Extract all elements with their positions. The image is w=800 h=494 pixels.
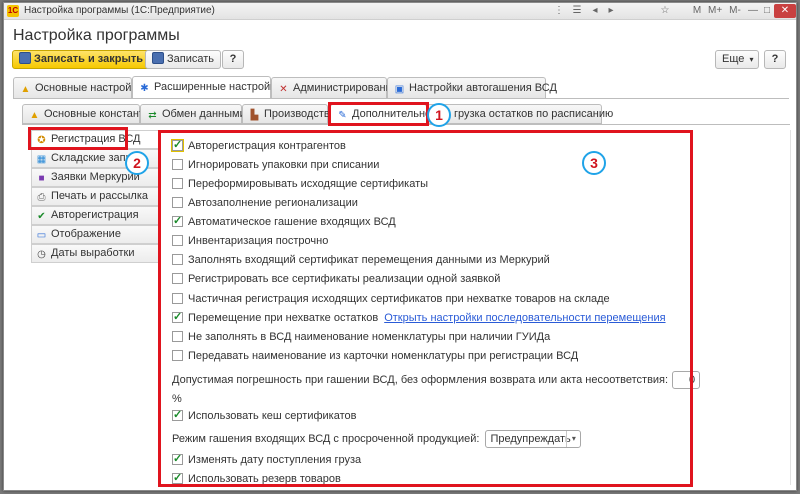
sidebar-item-print-and-mailing[interactable]: ⎙ Печать и рассылка	[31, 187, 159, 206]
close-icon[interactable]: ✕	[774, 4, 796, 18]
save-button[interactable]: Записать	[145, 50, 222, 69]
title-bar: 1C Настройка программы (1С:Предприятие) …	[4, 3, 796, 20]
help-button[interactable]: ?	[222, 50, 244, 69]
sidebar-item-production-dates[interactable]: ◷ Даты выработки	[31, 244, 159, 263]
help-button-2[interactable]: ?	[764, 50, 786, 69]
warning-icon: ▲	[20, 84, 31, 95]
tab-extended-settings[interactable]: ✱ Расширенные настройки	[132, 76, 281, 98]
check-icon: ✔	[37, 211, 46, 222]
annotation-badge-3: 3	[582, 151, 606, 175]
chevron-down-icon: ▾	[749, 55, 754, 64]
display-icon: ▭	[36, 230, 47, 241]
clock-icon: ◷	[37, 249, 46, 260]
gear-icon: ✱	[140, 83, 149, 94]
save-icon	[152, 52, 164, 64]
sidebar-item-display[interactable]: ▭ Отображение	[31, 225, 159, 244]
subtab-production[interactable]: ▙ Производство	[242, 104, 336, 124]
warehouse-icon: ▦	[36, 154, 47, 165]
monitor-icon: ▣	[394, 84, 405, 95]
settings-window: 1C Настройка программы (1С:Предприятие) …	[3, 2, 797, 491]
page-title: Настройка программы	[13, 27, 180, 44]
annotation-badge-1: 1	[427, 103, 451, 127]
highlight-box-settings	[158, 130, 693, 487]
printer-icon: ⎙	[37, 192, 46, 203]
memory-plus-icon[interactable]: M+	[708, 4, 722, 18]
list-icon[interactable]: ☰	[570, 4, 584, 18]
factory-icon: ▙	[250, 110, 259, 121]
exchange-icon: ⇄	[148, 110, 157, 121]
tools-icon: ✕	[279, 84, 288, 95]
tab-main-settings[interactable]: ▲ Основные настройки	[13, 77, 142, 98]
app-logo-icon: 1C	[7, 5, 19, 17]
back-icon[interactable]: ◂	[588, 4, 602, 18]
subtab-scheduled-stock-load[interactable]: грузка остатков по расписанию	[427, 104, 613, 124]
maximize-icon[interactable]: □	[760, 4, 774, 18]
save-icon	[19, 52, 31, 64]
box-icon: ■	[38, 173, 45, 184]
panel-edge	[790, 130, 791, 485]
memory-icon[interactable]: M	[690, 4, 704, 18]
tab-administration[interactable]: ✕ Администрирование	[271, 77, 398, 98]
sidebar-item-auto-registration[interactable]: ✔ Авторегистрация	[31, 206, 159, 225]
warning-icon: ▲	[29, 110, 40, 121]
window-title: Настройка программы (1С:Предприятие)	[24, 5, 215, 16]
sidebar: ✪ Регистрация ВСД ▦ Складские запи ■ Заявки…	[31, 130, 159, 485]
minimize-icon[interactable]: —	[746, 4, 760, 18]
highlight-box-additional-tab	[328, 102, 429, 126]
tab-divider	[13, 98, 789, 99]
menu-icon[interactable]: ⋮	[552, 4, 566, 18]
memory-minus-icon[interactable]: M-	[728, 4, 742, 18]
favorite-icon[interactable]: ☆	[658, 4, 672, 18]
subtab-data-exchange[interactable]: ⇄ Обмен данными	[140, 104, 246, 124]
tab-auto-redeem-settings[interactable]: ▣ Настройки автогашения ВСД	[387, 77, 557, 98]
more-button[interactable]: Еще ▾	[715, 50, 759, 69]
save-and-close-button[interactable]: Записать и закрыть	[12, 50, 151, 69]
highlight-box-vsd-registration	[28, 127, 128, 150]
subtab-basic-constants[interactable]: ▲ Основные константы	[22, 104, 152, 124]
annotation-badge-2: 2	[125, 151, 149, 175]
forward-icon[interactable]: ▸	[604, 4, 618, 18]
